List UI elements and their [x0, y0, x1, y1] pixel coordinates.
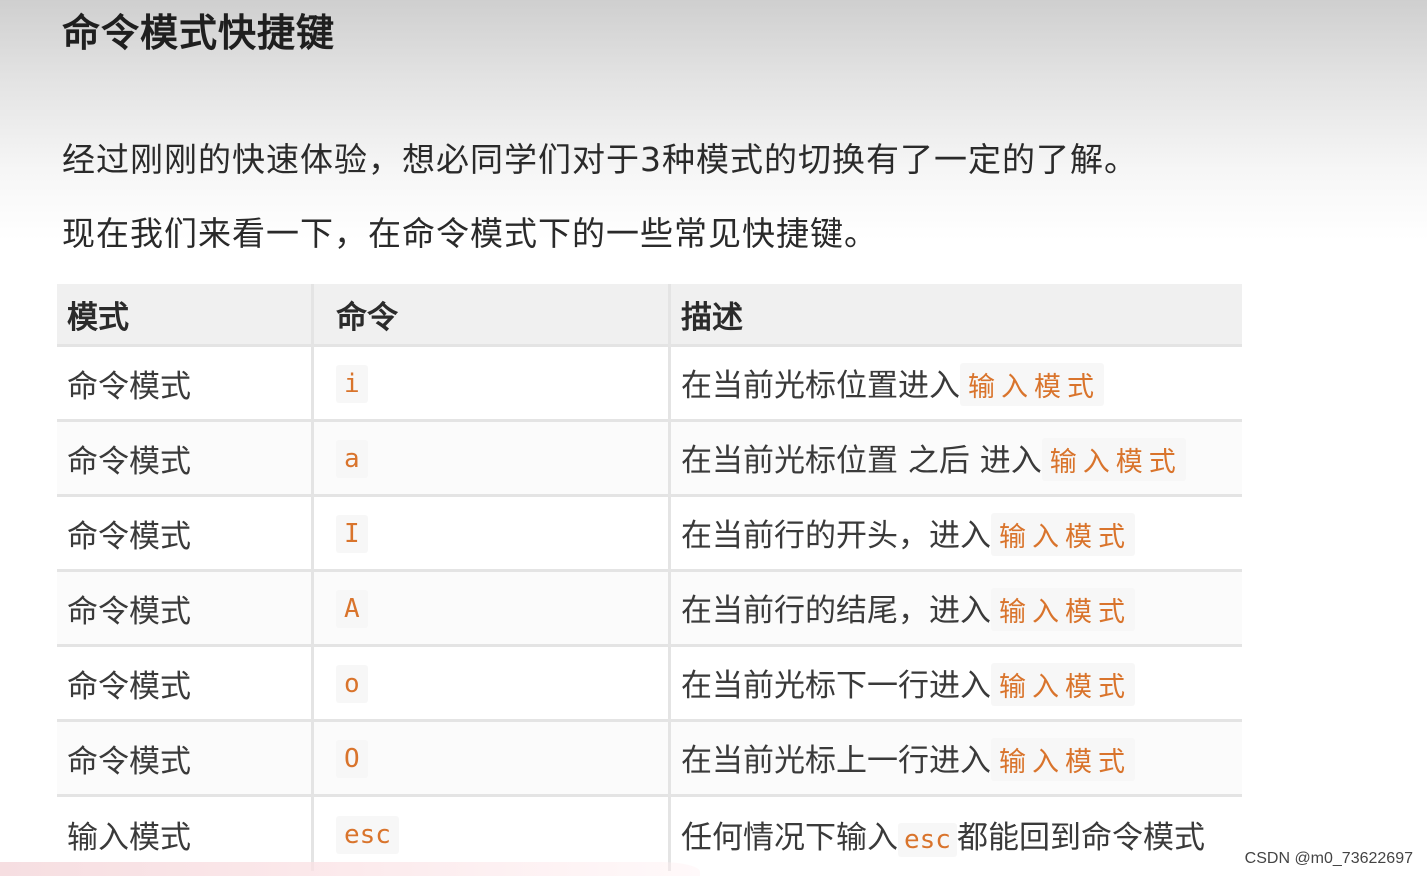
table-row: 命令模式 a 在当前光标位置 之后 进入 输入模式: [57, 420, 1242, 497]
description-cell: 在当前光标位置进入 输入模式: [668, 345, 1242, 422]
table-row: 输入模式 esc 任何情况下输入 esc 都能回到命令模式: [57, 795, 1242, 871]
description-suffix: 都能回到命令模式: [956, 819, 1205, 856]
table-row: 命令模式 o 在当前光标下一行进入 输入模式: [57, 645, 1242, 722]
command-code: a: [336, 439, 368, 478]
command-cell: O: [311, 720, 670, 797]
description-cell: 在当前光标位置 之后 进入 输入模式: [668, 420, 1242, 497]
command-code: A: [336, 589, 368, 628]
command-code: I: [336, 514, 368, 553]
mode-cell: 命令模式: [57, 720, 313, 797]
esc-code: esc: [898, 822, 957, 857]
description-text: 在当前行的开头，进入: [681, 518, 991, 554]
table-row: 命令模式 O 在当前光标上一行进入 输入模式: [57, 720, 1242, 797]
table-row: 命令模式 I 在当前行的开头，进入 输入模式: [57, 495, 1242, 572]
header-description: 描述: [668, 284, 1242, 347]
description-text: 在当前行的结尾，进入: [681, 593, 991, 629]
command-cell: o: [311, 645, 670, 722]
command-code: esc: [336, 815, 399, 854]
input-mode-highlight: 输入模式: [991, 588, 1135, 631]
description-cell: 在当前光标下一行进入 输入模式: [668, 645, 1242, 722]
description-text: 在当前光标位置进入: [681, 368, 960, 404]
shortcuts-table: 模式 命令 描述 命令模式 i 在当前光标位置进入 输入模式 命令模式 a 在当前…: [57, 284, 1242, 871]
description-cell: 在当前光标上一行进入 输入模式: [668, 720, 1242, 797]
mode-cell: 命令模式: [57, 345, 313, 422]
description-cell: 在当前行的开头，进入 输入模式: [668, 495, 1242, 572]
input-mode-highlight: 输入模式: [1041, 438, 1186, 481]
mode-cell: 命令模式: [57, 570, 313, 647]
mode-cell: 输入模式: [67, 819, 191, 856]
command-code: o: [336, 664, 368, 703]
description-text: 在当前光标下一行进入: [681, 668, 991, 704]
decorative-strip: [0, 862, 700, 876]
table-row: 命令模式 A 在当前行的结尾，进入 输入模式: [57, 570, 1242, 647]
description-cell: 任何情况下输入 esc 都能回到命令模式: [668, 795, 1242, 871]
command-cell: A: [311, 570, 670, 647]
intro-paragraph: 经过刚刚的快速体验，想必同学们对于3种模式的切换有了一定的了解。: [62, 140, 1138, 179]
mode-cell: 命令模式: [57, 645, 313, 722]
description-text: 任何情况下输入: [681, 819, 898, 856]
description-cell: 在当前行的结尾，进入 输入模式: [668, 570, 1242, 647]
description-text: 在当前光标上一行进入: [681, 743, 991, 779]
description-text: 在当前光标位置 之后 进入: [681, 443, 1042, 479]
input-mode-highlight: 输入模式: [960, 363, 1104, 406]
watermark: CSDN @m0_73622697: [1244, 850, 1413, 867]
mode-cell: 命令模式: [57, 420, 313, 497]
command-code: i: [336, 364, 368, 403]
mode-cell: 命令模式: [57, 495, 313, 572]
table-header-row: 模式 命令 描述: [57, 284, 1242, 347]
input-mode-highlight: 输入模式: [991, 663, 1135, 706]
command-cell: esc: [311, 795, 670, 871]
command-code: O: [336, 739, 368, 778]
input-mode-highlight: 输入模式: [991, 738, 1135, 781]
command-cell: I: [311, 495, 670, 572]
lead-paragraph: 现在我们来看一下，在命令模式下的一些常见快捷键。: [62, 214, 878, 253]
page-title: 命令模式快捷键: [62, 11, 336, 55]
command-cell: i: [311, 345, 670, 422]
header-command: 命令: [311, 284, 670, 347]
input-mode-highlight: 输入模式: [991, 513, 1135, 556]
table-row: 命令模式 i 在当前光标位置进入 输入模式: [57, 345, 1242, 422]
command-cell: a: [311, 420, 670, 497]
header-mode: 模式: [57, 284, 313, 347]
